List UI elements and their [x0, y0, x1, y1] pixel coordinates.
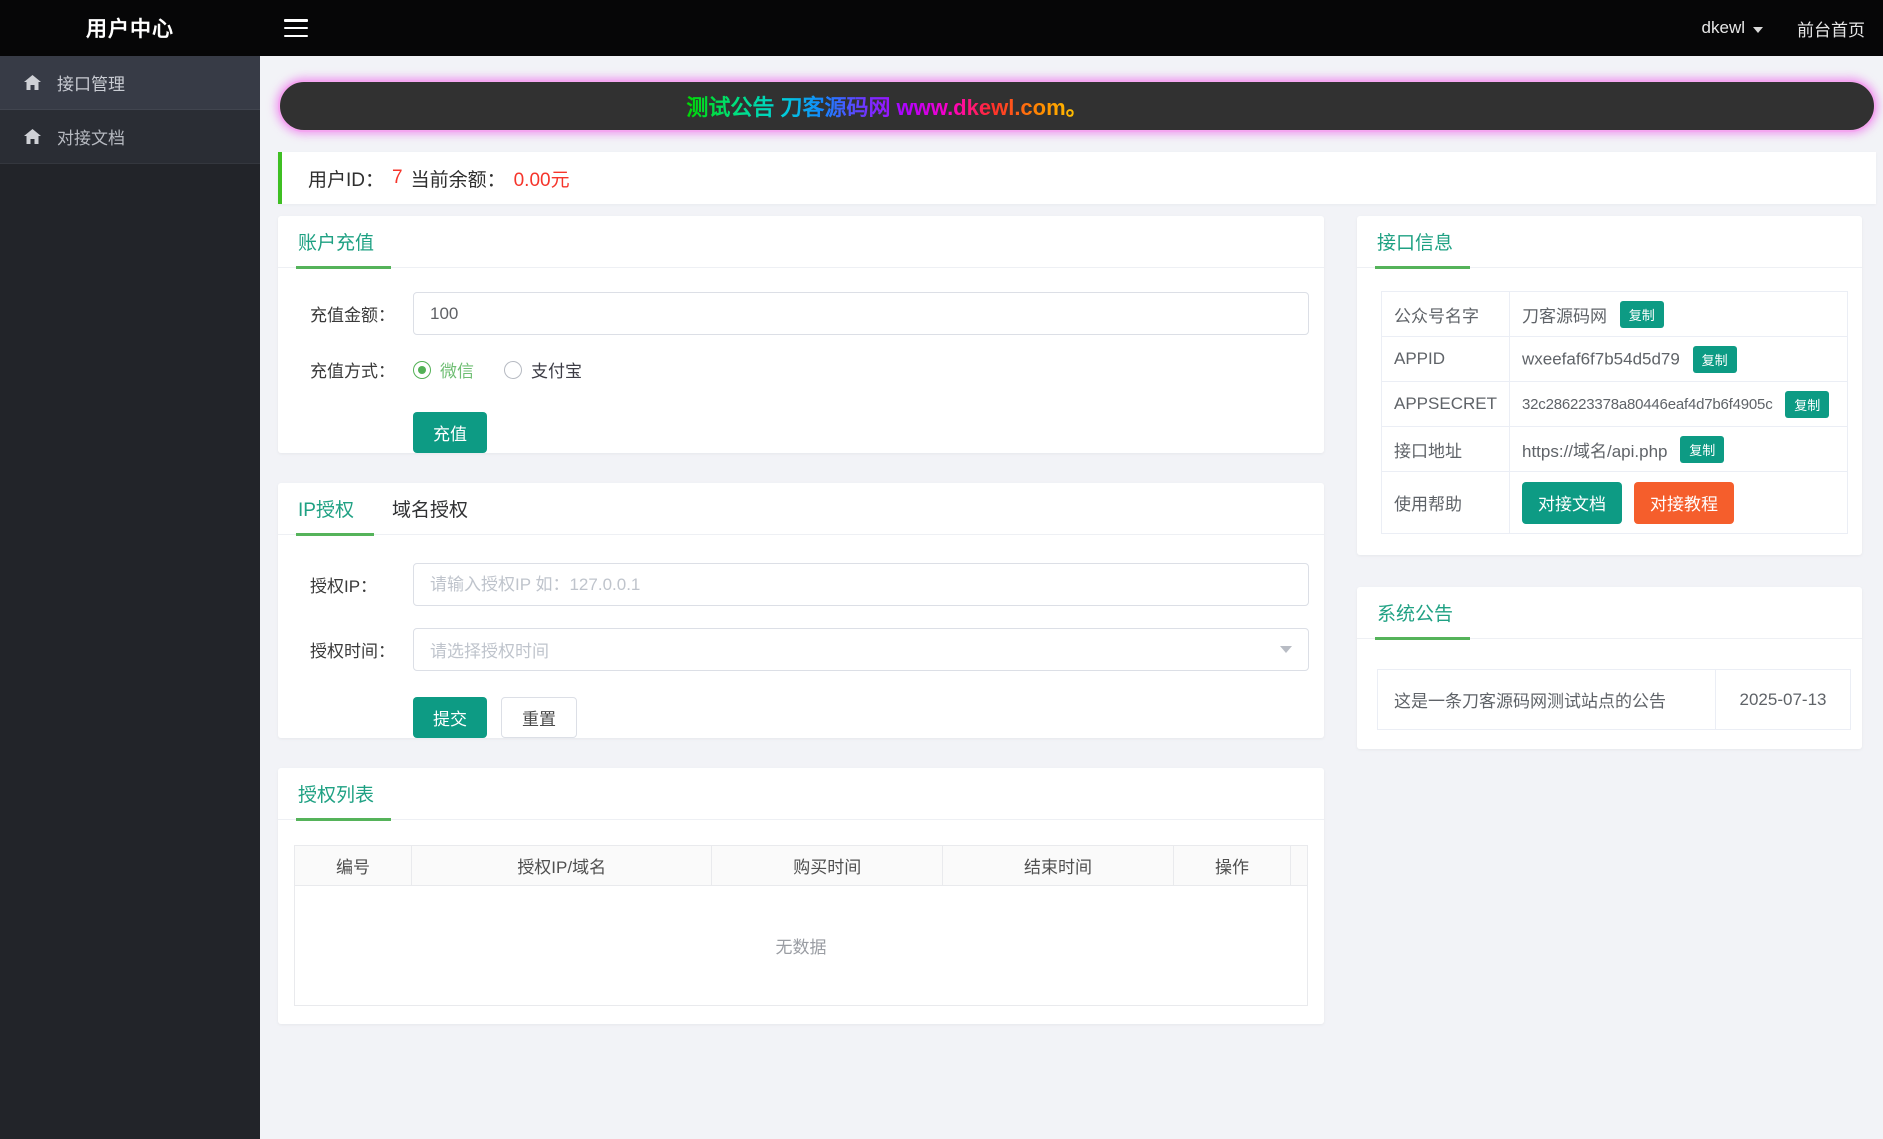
title-underline — [296, 266, 391, 269]
user-id-label: 用户ID： — [308, 169, 385, 191]
tab-ip-auth[interactable]: IP授权 — [298, 495, 354, 522]
col-buy-time: 购买时间 — [711, 845, 944, 886]
info-value: wxeefaf6f7b54d5d79 — [1521, 349, 1680, 368]
app-title: 用户中心 — [86, 18, 174, 41]
api-info-table: 公众号名字 刀客源码网 复制 APPID wxeefaf6f7b54d5d79 … — [1381, 291, 1849, 534]
home-icon — [24, 128, 41, 144]
announcement-title: 系统公告 — [1377, 604, 1454, 625]
reset-button[interactable]: 重置 — [501, 697, 577, 738]
info-label: 接口地址 — [1381, 426, 1510, 472]
title-underline — [1375, 266, 1470, 269]
top-header: 用户中心 dkewl 前台首页 — [0, 0, 1883, 56]
auth-list-table: 编号 授权IP/域名 购买时间 结束时间 操作 无数据 — [293, 845, 1308, 1006]
col-end-time: 结束时间 — [942, 845, 1174, 886]
balance-label: 当前余额： — [410, 169, 506, 191]
caret-down-icon — [1280, 646, 1292, 653]
auth-list-card: 授权列表 编号 授权IP/域名 购买时间 结束时间 操作 无数据 — [278, 768, 1324, 1024]
recharge-card: 账户充值 充值金额： 充值方式： 微信 — [278, 216, 1324, 453]
radio-label: 微信 — [440, 362, 474, 381]
sidebar: 接口管理 对接文档 — [0, 56, 260, 1139]
radio-alipay[interactable]: 支付宝 — [504, 357, 582, 382]
announcement-table: 这是一条刀客源码网测试站点的公告 2025-07-13 — [1377, 669, 1851, 730]
table-row: 这是一条刀客源码网测试站点的公告 2025-07-13 — [1377, 669, 1851, 730]
radio-icon — [413, 360, 431, 379]
scrollbar-gutter — [1290, 845, 1308, 886]
info-value: 32c286223378a80446eaf4d7b6f4905c — [1521, 395, 1773, 413]
table-row: APPSECRET 32c286223378a80446eaf4d7b6f490… — [1381, 381, 1849, 427]
method-label: 充值方式： — [310, 362, 395, 381]
col-actions: 操作 — [1173, 845, 1292, 886]
docs-button[interactable]: 对接文档 — [1521, 481, 1622, 524]
table-row: APPID wxeefaf6f7b54d5d79 复制 — [1381, 336, 1849, 382]
radio-wechat[interactable]: 微信 — [413, 357, 474, 382]
main-content: 测试公告 刀客源码网 www.dkewl.com。 用户ID： 7 当前余额： … — [260, 56, 1883, 1139]
sidebar-item-label: 对接文档 — [57, 129, 125, 148]
recharge-button[interactable]: 充值 — [413, 412, 487, 453]
sidebar-item-label: 接口管理 — [57, 75, 125, 94]
copy-button[interactable]: 复制 — [1619, 300, 1664, 328]
announcement-text: 这是一条刀客源码网测试站点的公告 — [1377, 669, 1716, 730]
info-label: 公众号名字 — [1381, 291, 1510, 337]
balance-value: 0.00元 — [513, 169, 570, 191]
user-dropdown[interactable]: dkewl — [1702, 18, 1763, 38]
submit-button[interactable]: 提交 — [413, 697, 487, 738]
table-row: 使用帮助 对接文档 对接教程 — [1381, 471, 1849, 534]
tab-domain-auth[interactable]: 域名授权 — [392, 495, 468, 522]
info-value: 刀客源码网 — [1521, 306, 1607, 326]
copy-button[interactable]: 复制 — [1680, 435, 1725, 463]
auth-ip-label: 授权IP： — [310, 577, 378, 596]
api-info-card: 接口信息 公众号名字 刀客源码网 复制 APPID wxeefaf6f7b54d… — [1357, 216, 1862, 555]
radio-label: 支付宝 — [531, 362, 582, 381]
empty-state: 无数据 — [294, 885, 1308, 1006]
hamburger-menu-icon[interactable] — [284, 19, 308, 37]
active-tab-underline — [296, 533, 374, 536]
authorize-card: IP授权 域名授权 授权IP： 授权时间： 请选择授权时间 — [278, 483, 1324, 738]
system-announcement-card: 系统公告 这是一条刀客源码网测试站点的公告 2025-07-13 — [1357, 587, 1862, 749]
chevron-down-icon — [1753, 26, 1763, 33]
table-row: 接口地址 https://域名/api.php 复制 — [1381, 426, 1849, 472]
user-id-value: 7 — [392, 167, 403, 188]
sidebar-item-docs[interactable]: 对接文档 — [0, 110, 260, 164]
announcement-marquee: 测试公告 刀客源码网 www.dkewl.com。 — [278, 80, 1876, 132]
copy-button[interactable]: 复制 — [1785, 390, 1830, 418]
auth-list-title: 授权列表 — [298, 785, 375, 806]
select-placeholder: 请选择授权时间 — [430, 642, 549, 661]
col-id: 编号 — [293, 845, 413, 886]
auth-ip-input[interactable] — [413, 563, 1309, 606]
frontend-home-link[interactable]: 前台首页 — [1797, 16, 1865, 41]
marquee-text: 测试公告 刀客源码网 www.dkewl.com。 — [686, 90, 1087, 122]
table-header-row: 编号 授权IP/域名 购买时间 结束时间 操作 — [293, 845, 1308, 886]
announcement-date: 2025-07-13 — [1715, 669, 1851, 730]
api-info-title: 接口信息 — [1377, 233, 1454, 254]
auth-time-select[interactable]: 请选择授权时间 — [413, 628, 1309, 671]
title-underline — [1375, 637, 1470, 640]
amount-input[interactable] — [413, 292, 1309, 335]
tutorial-button[interactable]: 对接教程 — [1633, 481, 1734, 524]
home-icon — [24, 74, 41, 90]
title-underline — [296, 818, 391, 821]
radio-icon — [504, 360, 522, 379]
col-ip-domain: 授权IP/域名 — [411, 845, 713, 886]
table-row: 公众号名字 刀客源码网 复制 — [1381, 291, 1849, 337]
info-label: APPID — [1381, 336, 1510, 382]
copy-button[interactable]: 复制 — [1692, 345, 1737, 373]
user-info-bar: 用户ID： 7 当前余额： 0.00元 — [278, 152, 1876, 204]
info-value: https://域名/api.php — [1521, 441, 1668, 461]
username: dkewl — [1701, 18, 1745, 37]
info-label: APPSECRET — [1381, 381, 1510, 427]
help-label: 使用帮助 — [1381, 471, 1510, 534]
recharge-card-title: 账户充值 — [298, 233, 375, 254]
auth-time-label: 授权时间： — [310, 642, 395, 661]
sidebar-item-api-manage[interactable]: 接口管理 — [0, 56, 260, 110]
amount-label: 充值金额： — [310, 306, 395, 325]
